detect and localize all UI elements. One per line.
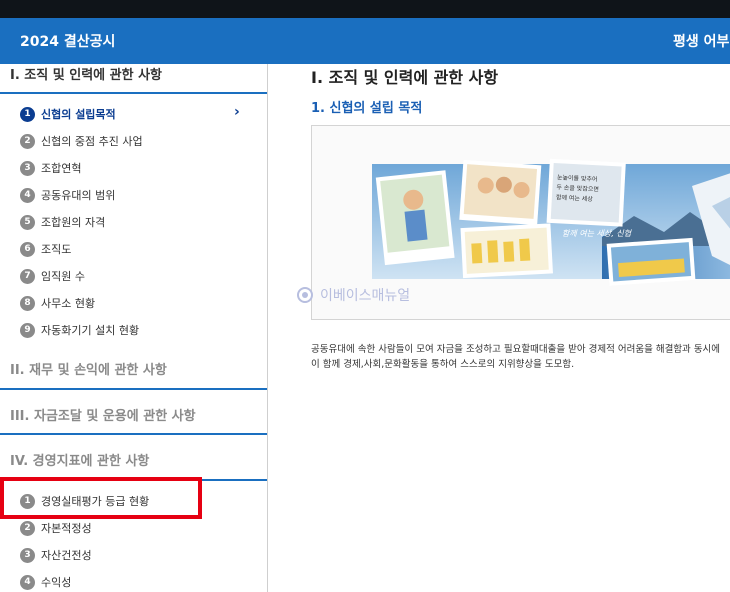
sidebar-item-label: 자산건전성 [41,549,92,562]
app-title: 2024 결산공시 [20,34,116,50]
sidebar-item-label: 조합원의 자격 [41,216,106,229]
section-1-divider [0,92,267,94]
description-line-2: 이 함께 경제,사회,문화활동을 통하여 스스로의 지위향상을 도모함. [311,359,575,370]
sidebar-item-label: 사무소 현황 [41,297,96,310]
number-badge: 8 [20,295,35,311]
sidebar-item-atm-status[interactable]: 9 자동화기기 설치 현황 [20,321,139,339]
number-badge: 3 [20,547,35,563]
chevron-right-icon: › [234,104,240,120]
watermark-icon [297,287,313,303]
section-4-title[interactable]: IV. 경영지표에 관한 사항 [10,450,149,469]
highlight-box [0,477,202,519]
sidebar-item-label: 공동유대의 범위 [41,189,116,202]
sidebar-item-common-bond-scope[interactable]: 4 공동유대의 범위 [20,186,115,204]
number-badge: 2 [20,133,35,149]
section-2-title[interactable]: II. 재무 및 손익에 관한 사항 [10,359,167,378]
number-badge: 4 [20,187,35,203]
section-3-divider [0,433,267,435]
banner-image: 눈높이를 맞추어 두 손을 맞잡으면 함께 여는 세상 함께 여는 세상, 신협 [372,158,730,286]
sidebar-item-key-projects[interactable]: 2 신협의 중점 추진 사업 [20,132,143,150]
sidebar-item-org-chart[interactable]: 6 조직도 [20,240,71,258]
sidebar-item-establishment-purpose[interactable]: 1 신협의 설립목적 [20,105,116,123]
number-badge: 6 [20,241,35,257]
number-badge: 9 [20,322,35,338]
watermark-text: 이베이스매뉴얼 [320,288,411,304]
number-badge: 5 [20,214,35,230]
sidebar-item-label: 조직도 [41,243,72,256]
section-2-divider [0,388,267,390]
sidebar-item-staff-count[interactable]: 7 임직원 수 [20,267,85,285]
sidebar-item-label: 조합연혁 [41,162,82,175]
sidebar-item-label: 신협의 중점 추진 사업 [41,135,143,148]
svg-text:함께 여는 세상, 신협: 함께 여는 세상, 신협 [562,229,633,238]
sidebar-item-profitability[interactable]: 4 수익성 [20,573,71,591]
number-badge: 4 [20,574,35,590]
sidebar-item-asset-soundness[interactable]: 3 자산건전성 [20,546,92,564]
page-title: I. 조직 및 인력에 관한 사항 [311,68,499,87]
description-line-1: 공동유대에 속한 사람들이 모여 자금을 조성하고 필요할때대출을 받아 경제적… [311,344,721,355]
section-1-title[interactable]: I. 조직 및 인력에 관한 사항 [10,64,162,83]
number-badge: 3 [20,160,35,176]
section-subtitle: 1. 신협의 설립 목적 [311,101,423,116]
sidebar-item-label: 자본적정성 [41,522,92,535]
sidebar-item-label: 수익성 [41,576,72,589]
section-3-title[interactable]: III. 자금조달 및 운용에 관한 사항 [10,405,196,424]
number-badge: 1 [20,106,35,122]
sidebar-item-capital-adequacy[interactable]: 2 자본적정성 [20,519,92,537]
sidebar-item-label: 임직원 수 [41,270,85,283]
sidebar-item-label: 자동화기기 설치 현황 [41,324,140,337]
number-badge: 7 [20,268,35,284]
sidebar-item-label: 신협의 설립목적 [41,108,116,121]
header-right-title[interactable]: 평생 어부 [673,31,729,51]
number-badge: 2 [20,520,35,536]
sidebar-item-history[interactable]: 3 조합연혁 [20,159,81,177]
sidebar-item-office-status[interactable]: 8 사무소 현황 [20,294,95,312]
window-top-strip [0,0,730,18]
watermark: 이베이스매뉴얼 [296,285,410,305]
sidebar-item-member-qualification[interactable]: 5 조합원의 자격 [20,213,105,231]
